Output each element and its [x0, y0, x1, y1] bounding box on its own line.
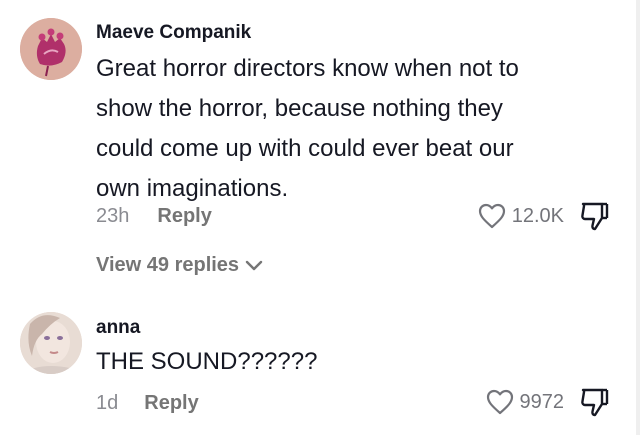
comment-timestamp: 23h	[96, 205, 130, 227]
dislike-button[interactable]	[578, 386, 610, 418]
thumbs-down-icon	[581, 388, 609, 417]
flower-avatar-icon	[20, 18, 82, 80]
comment-username[interactable]: anna	[96, 317, 140, 339]
reply-button[interactable]: Reply	[157, 205, 211, 228]
view-replies-button[interactable]: View 49 replies	[96, 254, 263, 277]
comment-text-line: show the horror, because nothing they	[96, 95, 503, 122]
heart-outline-icon	[478, 203, 505, 229]
chevron-down-icon	[245, 260, 263, 270]
like-count: 9972	[519, 390, 565, 413]
comment-username[interactable]: Maeve Companik	[96, 22, 251, 44]
dislike-button[interactable]	[578, 200, 610, 232]
user-photo-icon	[20, 312, 82, 374]
like-button[interactable]: 9972	[486, 389, 565, 415]
comment-meta: 1d Reply	[96, 392, 199, 415]
like-count: 12.0K	[511, 204, 564, 227]
comment-text-line: could come up with could ever beat our	[96, 135, 514, 162]
avatar[interactable]	[20, 312, 82, 374]
scrollbar-track	[636, 0, 640, 435]
comment-text-line: Great horror directors know when not to	[96, 55, 519, 82]
comment-text: Great horror directors know when not to …	[96, 49, 596, 209]
comment-item: anna THE SOUND?????? 1d Reply 9972	[0, 300, 636, 435]
comment-text: THE SOUND??????	[96, 348, 318, 375]
comment-item: Maeve Companik Great horror directors kn…	[0, 0, 636, 300]
reply-button[interactable]: Reply	[144, 392, 198, 415]
like-button[interactable]: 12.0K	[478, 203, 564, 229]
avatar[interactable]	[20, 18, 82, 80]
thumbs-down-icon	[581, 202, 609, 231]
heart-outline-icon	[486, 389, 513, 415]
view-replies-label: View 49 replies	[96, 254, 240, 276]
comment-timestamp: 1d	[96, 392, 119, 414]
comment-meta: 23h Reply	[96, 205, 212, 228]
